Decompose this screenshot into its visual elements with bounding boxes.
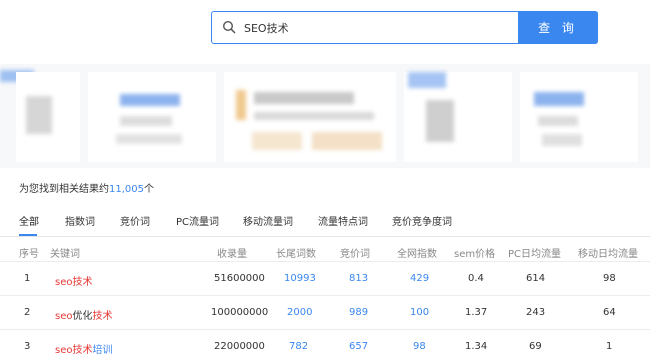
indexed-count: 100000000: [211, 307, 269, 318]
keyword-part: 培训: [92, 345, 113, 356]
longtail-count[interactable]: 782: [289, 341, 308, 352]
sem-price: 1.37: [465, 307, 488, 318]
mobile-traffic: 1: [606, 341, 613, 352]
net-index[interactable]: 429: [410, 273, 429, 284]
table-row: 2 seo优化技术 100000000 2000 989 100 1.37 24…: [0, 297, 650, 330]
active-tab-indicator: [19, 234, 37, 236]
search-icon: [222, 20, 236, 34]
tab-traffic-feature-words[interactable]: 流量特点词: [318, 213, 368, 228]
bid-count[interactable]: 813: [349, 273, 368, 284]
col-indexed: 收录量: [217, 249, 247, 260]
promo-card[interactable]: [88, 72, 216, 162]
promo-card[interactable]: [224, 72, 396, 162]
row-index: 1: [24, 273, 31, 284]
net-index[interactable]: 98: [413, 341, 426, 352]
col-pc-traffic: PC日均流量: [508, 249, 562, 260]
net-index[interactable]: 100: [410, 307, 429, 318]
keyword-link[interactable]: seo技术培训: [55, 341, 112, 356]
keyword-link[interactable]: seo技术: [55, 273, 92, 288]
longtail-count[interactable]: 10993: [284, 273, 316, 284]
col-keyword: 关键词: [50, 249, 80, 260]
keyword-part: 优化: [72, 311, 93, 322]
col-longtail: 长尾词数: [276, 249, 316, 260]
col-bid: 竞价词: [340, 249, 370, 260]
indexed-count: 51600000: [214, 273, 265, 284]
sem-price: 0.4: [468, 273, 484, 284]
row-index: 2: [24, 307, 31, 318]
table-row: 3 seo技术培训 22000000 782 657 98 1.34 69 1: [0, 331, 650, 357]
indexed-count: 22000000: [214, 341, 265, 352]
result-count: 11,005: [109, 184, 144, 195]
promo-card[interactable]: [16, 72, 80, 162]
bid-count[interactable]: 989: [349, 307, 368, 318]
table-header: 序号 关键词 收录量 长尾词数 竞价词 全网指数 sem价格 PC日均流量 移动…: [0, 240, 650, 262]
category-tabs: 全部 指数词 竞价词 PC流量词 移动流量词 流量特点词 竞价竞争度词: [0, 211, 650, 237]
longtail-count[interactable]: 2000: [287, 307, 312, 318]
bid-count[interactable]: 657: [349, 341, 368, 352]
result-summary: 为您找到相关结果约11,005个: [19, 180, 154, 195]
result-suffix: 个: [144, 184, 154, 195]
tab-pc-traffic-words[interactable]: PC流量词: [176, 213, 219, 228]
search-input[interactable]: [244, 17, 514, 39]
row-index: 3: [24, 341, 31, 352]
promo-card[interactable]: [520, 72, 638, 162]
col-sem-price: sem价格: [454, 249, 496, 260]
col-mobile-traffic: 移动日均流量: [578, 249, 638, 260]
search-button[interactable]: 查 询: [518, 11, 598, 44]
promo-banner: [0, 64, 650, 168]
pc-traffic: 69: [529, 341, 542, 352]
tab-bid-competition-words[interactable]: 竞价竞争度词: [392, 213, 452, 228]
mobile-traffic: 98: [603, 273, 616, 284]
table-row: 1 seo技术 51600000 10993 813 429 0.4 614 9…: [0, 263, 650, 296]
keyword-part: 技术: [92, 311, 113, 322]
sem-price: 1.34: [465, 341, 488, 352]
promo-card[interactable]: [404, 72, 512, 162]
tab-all[interactable]: 全部: [19, 213, 39, 228]
tab-bid-words[interactable]: 竞价词: [120, 213, 150, 228]
tab-index-words[interactable]: 指数词: [65, 213, 95, 228]
keyword-link[interactable]: seo优化技术: [55, 307, 112, 322]
mobile-traffic: 64: [603, 307, 616, 318]
keyword-part: seo技术: [55, 345, 93, 356]
col-index: 序号: [19, 249, 39, 260]
pc-traffic: 614: [526, 273, 546, 284]
tab-mobile-traffic-words[interactable]: 移动流量词: [243, 213, 293, 228]
result-prefix: 为您找到相关结果约: [19, 184, 109, 195]
col-net-index: 全网指数: [397, 249, 437, 260]
pc-traffic: 243: [526, 307, 546, 318]
keyword-part: seo: [55, 311, 73, 322]
